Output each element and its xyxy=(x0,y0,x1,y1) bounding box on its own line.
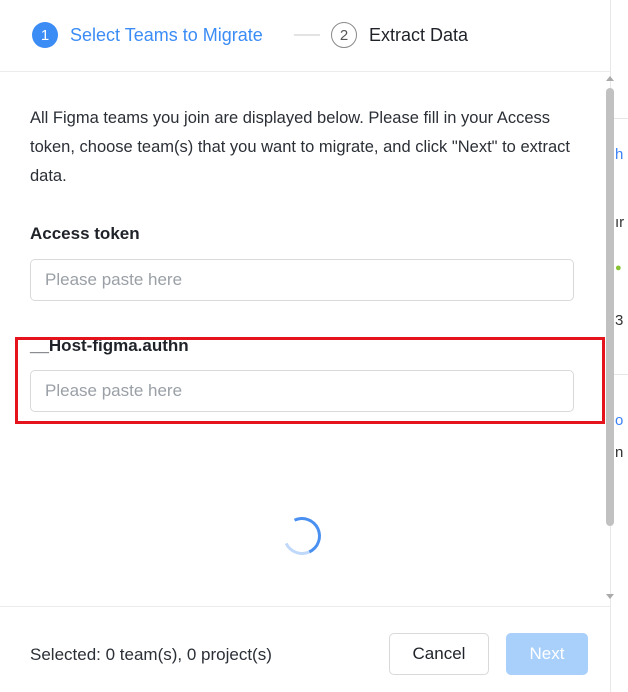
background-text-fragment: o xyxy=(615,412,624,429)
background-text-fragment: n xyxy=(615,444,624,461)
selection-summary: Selected: 0 team(s), 0 project(s) xyxy=(30,645,272,664)
instructions-text: All Figma teams you join are displayed b… xyxy=(30,109,570,185)
scrollbar-thumb[interactable] xyxy=(606,88,614,526)
step-number-2: 2 xyxy=(331,22,357,48)
step-extract-data: 2 Extract Data xyxy=(331,22,468,48)
dialog-footer: Selected: 0 team(s), 0 project(s) Cancel… xyxy=(0,606,610,692)
step-indicator: 1 Select Teams to Migrate 2 Extract Data xyxy=(0,0,610,72)
background-text-fragment: ır xyxy=(615,214,625,231)
scroll-up-arrow-icon[interactable] xyxy=(606,76,614,81)
step-label-extract-data: Extract Data xyxy=(369,24,469,45)
background-text-fragment: 3 xyxy=(615,312,624,329)
access-token-input[interactable] xyxy=(30,259,574,301)
cancel-button[interactable]: Cancel xyxy=(389,633,489,675)
step-connector xyxy=(294,34,320,36)
background-status-dot: ● xyxy=(615,262,622,274)
scroll-down-arrow-icon[interactable] xyxy=(606,594,614,599)
migration-dialog: 1 Select Teams to Migrate 2 Extract Data… xyxy=(0,0,614,692)
step-number-1: 1 xyxy=(32,22,58,48)
annotation-highlight-box xyxy=(15,337,605,424)
step-label-select-teams: Select Teams to Migrate xyxy=(70,24,263,45)
access-token-label: Access token xyxy=(30,224,140,243)
background-text-fragment: h xyxy=(615,146,624,163)
step-select-teams: 1 Select Teams to Migrate xyxy=(32,22,263,48)
next-button[interactable]: Next xyxy=(506,633,588,675)
